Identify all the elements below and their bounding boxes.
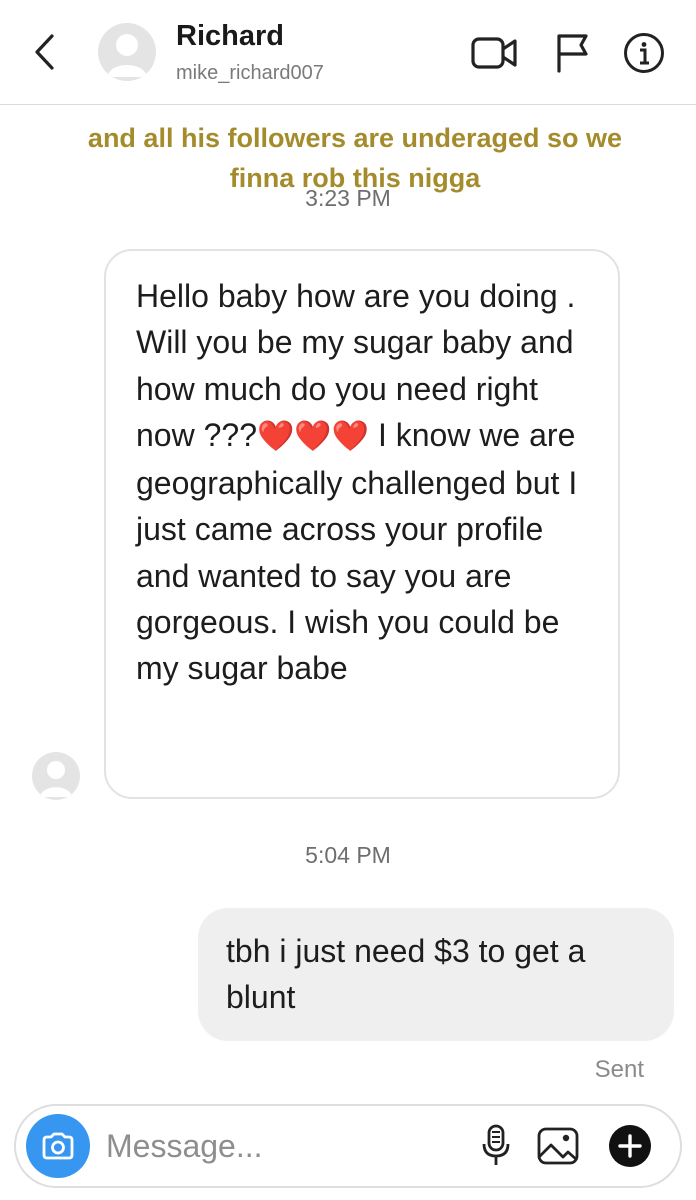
sender-avatar[interactable] [32, 752, 80, 800]
message-timestamp: 3:23 PM [305, 185, 391, 211]
message-input[interactable] [104, 1122, 438, 1170]
caption-line-1: and all his followers are underaged so w… [87, 123, 623, 153]
chat-header: Richard mike_richard007 [0, 0, 696, 105]
message-text-continued: I know we are geographically challenged … [136, 416, 578, 687]
message-text: tbh i just need $3 to get a blunt [226, 933, 586, 1015]
heart-emoji: ❤️❤️❤️ [256, 419, 370, 453]
incoming-message-bubble[interactable]: Hello baby how are you doing . Will you … [104, 249, 620, 799]
info-icon[interactable] [620, 32, 668, 74]
contact-name[interactable]: Richard [176, 20, 284, 53]
gallery-icon[interactable] [532, 1120, 584, 1172]
plus-icon[interactable] [604, 1120, 656, 1172]
video-call-icon[interactable] [470, 32, 518, 74]
message-timestamp: 5:04 PM [305, 842, 391, 868]
camera-icon[interactable] [26, 1114, 90, 1178]
sent-status: Sent [594, 1056, 644, 1083]
microphone-icon[interactable] [470, 1120, 522, 1172]
outgoing-message-bubble[interactable]: tbh i just need $3 to get a blunt [198, 908, 674, 1041]
message-composer [14, 1104, 682, 1188]
avatar[interactable] [98, 23, 156, 81]
contact-username[interactable]: mike_richard007 [176, 62, 324, 85]
flag-icon[interactable] [548, 32, 596, 74]
back-chevron-icon[interactable] [22, 28, 66, 76]
